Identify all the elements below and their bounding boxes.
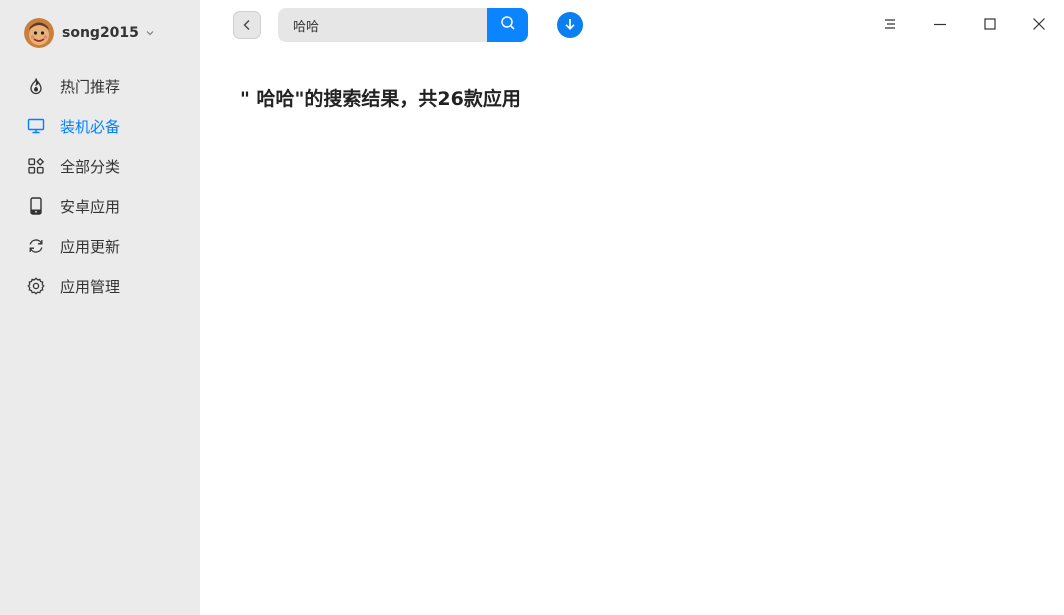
sidebar-item-android[interactable]: 安卓应用 bbox=[0, 186, 200, 226]
grid-icon bbox=[26, 156, 46, 176]
hamburger-menu-icon bbox=[883, 16, 897, 35]
close-icon bbox=[1032, 16, 1046, 35]
user-menu[interactable]: song2015 bbox=[24, 17, 155, 49]
sidebar-item-label: 热门推荐 bbox=[60, 77, 121, 96]
sidebar-item-hot[interactable]: 热门推荐 bbox=[0, 66, 200, 106]
monitor-icon bbox=[26, 116, 46, 136]
sidebar-item-categories[interactable]: 全部分类 bbox=[0, 146, 200, 186]
sidebar-item-label: 全部分类 bbox=[60, 157, 121, 176]
refresh-icon bbox=[26, 236, 46, 256]
sidebar-item-manage[interactable]: 应用管理 bbox=[0, 266, 200, 306]
back-button[interactable] bbox=[233, 11, 261, 39]
sidebar-item-label: 装机必备 bbox=[60, 117, 121, 136]
maximize-icon bbox=[983, 16, 997, 35]
chevron-left-icon bbox=[242, 16, 252, 35]
minimize-icon bbox=[933, 16, 947, 35]
maximize-button[interactable] bbox=[975, 10, 1005, 40]
sidebar-item-essentials[interactable]: 装机必备 bbox=[0, 106, 200, 146]
gear-icon bbox=[26, 276, 46, 296]
phone-icon bbox=[26, 196, 46, 216]
sidebar-item-label: 安卓应用 bbox=[60, 197, 121, 216]
minimize-button[interactable] bbox=[925, 10, 955, 40]
download-button[interactable] bbox=[557, 12, 583, 38]
search-result-title: " 哈哈"的搜索结果，共26款应用 bbox=[240, 88, 521, 110]
close-button[interactable] bbox=[1024, 10, 1054, 40]
download-arrow-icon bbox=[563, 16, 577, 35]
search-button[interactable] bbox=[487, 8, 528, 42]
sidebar-nav: 热门推荐 装机必备 全部分类 安卓应用 应用更新 应用管理 bbox=[0, 66, 200, 306]
search-icon bbox=[500, 15, 516, 35]
search-bar bbox=[278, 8, 528, 42]
avatar bbox=[24, 18, 54, 48]
sidebar-item-updates[interactable]: 应用更新 bbox=[0, 226, 200, 266]
username: song2015 bbox=[62, 25, 139, 41]
sidebar: song2015 热门推荐 装机必备 全部分类 安卓应用 应用更新 应用管理 bbox=[0, 0, 200, 615]
sidebar-item-label: 应用更新 bbox=[60, 237, 121, 256]
search-input[interactable] bbox=[278, 8, 487, 42]
sidebar-item-label: 应用管理 bbox=[60, 277, 121, 296]
chevron-down-icon bbox=[145, 28, 155, 38]
flame-icon bbox=[26, 76, 46, 96]
menu-button[interactable] bbox=[875, 10, 905, 40]
